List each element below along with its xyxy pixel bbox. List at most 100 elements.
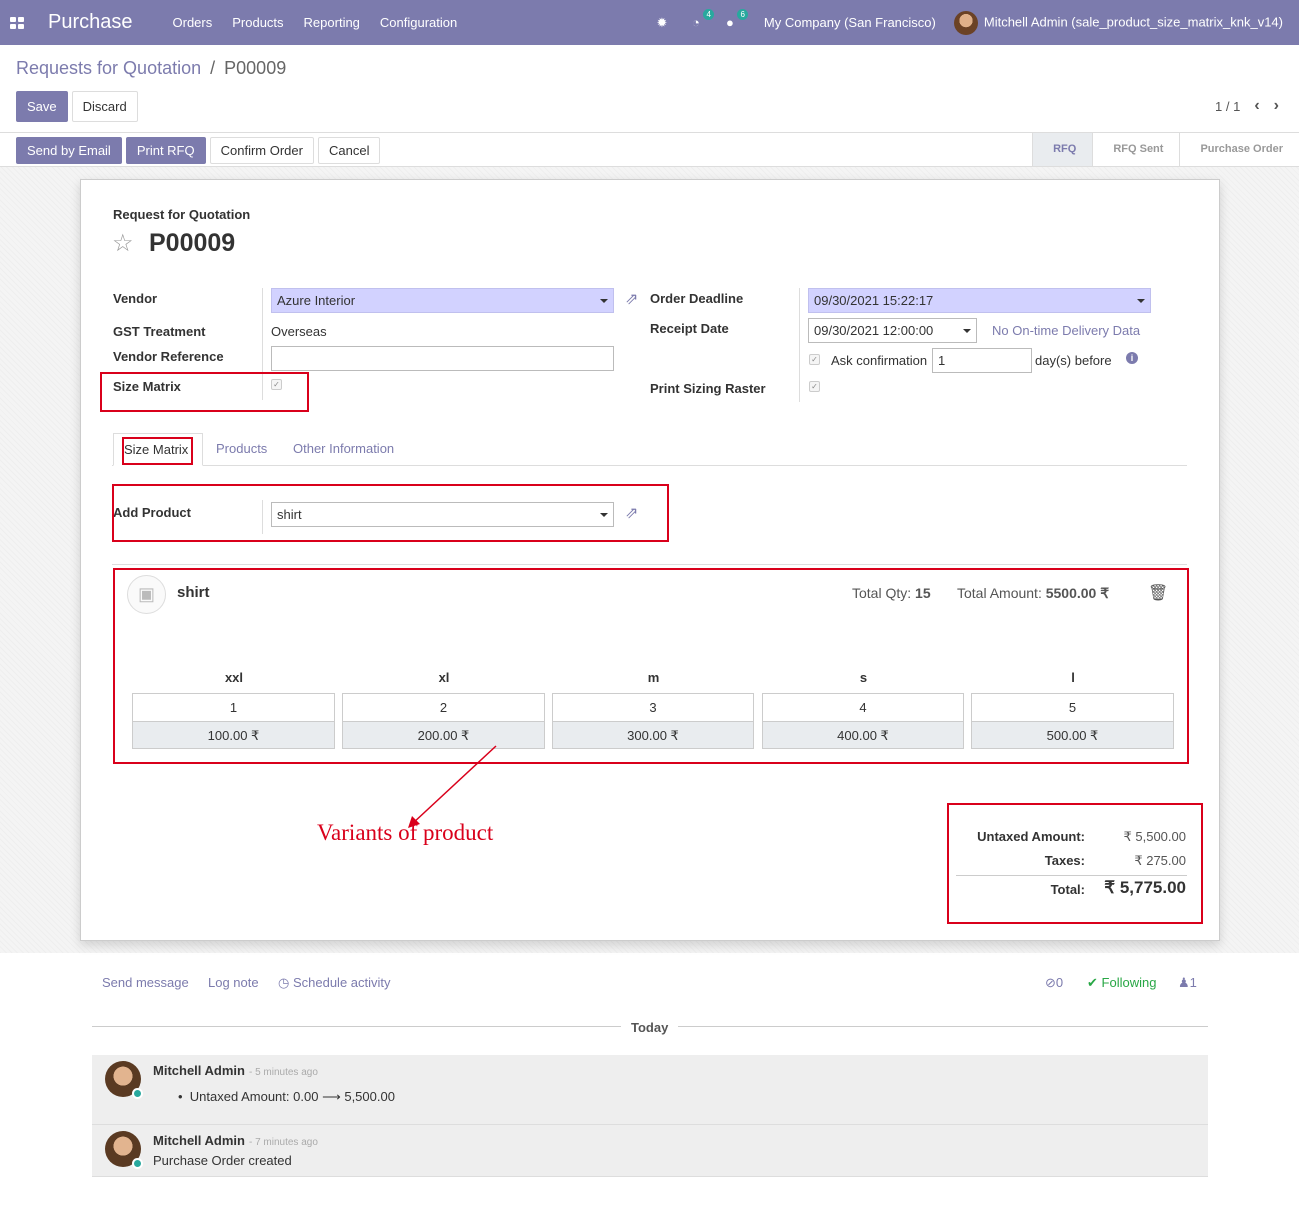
- menu-configuration[interactable]: Configuration: [380, 15, 457, 30]
- highlight-box: [113, 568, 1189, 764]
- external-link-icon[interactable]: ⇗: [625, 291, 645, 309]
- save-button[interactable]: Save: [16, 91, 68, 122]
- user-name: Mitchell Admin (sale_product_size_matrix…: [983, 13, 1283, 29]
- activity-badge: 4: [703, 8, 714, 20]
- doc-name: P00009: [149, 229, 236, 257]
- log-note-button[interactable]: Log note: [208, 975, 259, 990]
- no-ontime-link[interactable]: No On-time Delivery Data: [992, 323, 1140, 338]
- pager-value[interactable]: 1 / 1: [1215, 99, 1240, 114]
- pager-prev-icon[interactable]: ‹: [1254, 97, 1259, 115]
- print-rfq-button[interactable]: Print RFQ: [125, 137, 206, 164]
- highlight-box: [122, 437, 193, 465]
- highlight-box: [112, 484, 669, 542]
- print-raster-checkbox[interactable]: ✓: [809, 381, 820, 392]
- status-step-purchase-order[interactable]: Purchase Order: [1179, 133, 1299, 166]
- tracking-new: 5,500.00: [344, 1089, 395, 1104]
- discard-button[interactable]: Discard: [71, 91, 138, 122]
- status-bar: Send by Email Print RFQ Confirm Order Ca…: [0, 132, 1299, 167]
- send-message-button[interactable]: Send message: [102, 975, 189, 990]
- gst-value: Overseas: [271, 324, 327, 339]
- receipt-label: Receipt Date: [650, 321, 729, 336]
- pager: 1 / 1 ‹ ›: [1215, 97, 1279, 115]
- gst-label: GST Treatment: [113, 324, 206, 339]
- tab-products[interactable]: Products: [206, 433, 277, 466]
- receipt-date-select[interactable]: 09/30/2021 12:00:00: [808, 318, 977, 343]
- chevron-down-icon: [1137, 299, 1145, 303]
- message-time: - 5 minutes ago: [248, 1067, 318, 1078]
- message-body: Purchase Order created: [153, 1153, 292, 1168]
- activity-clock-icon[interactable]: ◔ 4: [688, 8, 714, 31]
- message-time: - 7 minutes ago: [248, 1137, 318, 1148]
- breadcrumb-separator: /: [210, 58, 216, 78]
- days-before-label: day(s) before: [1035, 353, 1112, 368]
- followers-button[interactable]: ♟1: [1178, 975, 1197, 991]
- tab-other-information[interactable]: Other Information: [283, 433, 404, 466]
- ask-confirmation-label: Ask confirmation: [831, 353, 928, 368]
- receipt-value: 09/30/2021 12:00:00: [814, 323, 934, 338]
- author-name[interactable]: Mitchell Admin: [153, 1063, 245, 1078]
- bug-icon[interactable]: ✹: [654, 15, 670, 31]
- schedule-activity-button[interactable]: ◷ Schedule activity: [278, 975, 391, 991]
- following-label: Following: [1101, 975, 1157, 990]
- company-switcher[interactable]: My Company (San Francisco): [764, 15, 936, 30]
- online-status-icon: [132, 1088, 143, 1099]
- print-raster-label: Print Sizing Raster: [650, 381, 766, 396]
- today-divider: [678, 1026, 1208, 1027]
- tracking-old: 0.00: [293, 1089, 319, 1104]
- vendor-select[interactable]: Azure Interior: [271, 288, 614, 313]
- status-step-rfq[interactable]: RFQ: [1032, 133, 1093, 166]
- today-label: Today: [631, 1020, 669, 1035]
- author-name[interactable]: Mitchell Admin: [153, 1133, 245, 1148]
- vendor-label: Vendor: [113, 291, 158, 306]
- field-divider: [799, 288, 800, 402]
- breadcrumb-current: P00009: [224, 58, 287, 78]
- top-navbar: Purchase Orders Products Reporting Confi…: [0, 0, 1299, 45]
- vendor-ref-input[interactable]: [271, 346, 614, 371]
- avatar[interactable]: [105, 1131, 143, 1169]
- today-divider: [92, 1026, 621, 1027]
- clock-icon: ◷: [278, 975, 290, 990]
- paperclip-icon: ⊘: [1045, 975, 1056, 990]
- star-icon[interactable]: ☆: [112, 229, 134, 258]
- breadcrumb: Requests for Quotation / P00009: [16, 58, 286, 79]
- menu-reporting[interactable]: Reporting: [304, 15, 360, 30]
- chevron-down-icon: [963, 329, 971, 333]
- annotation-text: Variants of product: [317, 820, 494, 845]
- attachments-button[interactable]: ⊘0: [1045, 975, 1063, 991]
- message-author: Mitchell Admin - 7 minutes ago: [153, 1133, 318, 1148]
- status-step-rfq-sent[interactable]: RFQ Sent: [1092, 133, 1179, 166]
- chatter-message: Mitchell Admin - 5 minutes ago • Untaxed …: [92, 1055, 1208, 1125]
- deadline-select[interactable]: 09/30/2021 15:22:17: [808, 288, 1151, 313]
- app-brand[interactable]: Purchase: [48, 11, 133, 34]
- apps-menu-icon[interactable]: [10, 16, 24, 29]
- ask-confirmation-days-input[interactable]: 1: [932, 348, 1032, 373]
- chevron-down-icon: [600, 299, 608, 303]
- tracking-value: • Untaxed Amount: 0.00 ⟶ 5,500.00: [178, 1089, 395, 1104]
- ask-confirmation-checkbox[interactable]: ✓: [809, 354, 820, 365]
- pager-next-icon[interactable]: ›: [1274, 97, 1279, 115]
- highlight-box: [100, 372, 309, 412]
- avatar[interactable]: [105, 1061, 143, 1099]
- vendor-value: Azure Interior: [277, 293, 356, 308]
- tracking-field: Untaxed Amount:: [189, 1089, 290, 1104]
- messaging-icon[interactable]: ● 6: [722, 8, 748, 31]
- info-icon[interactable]: i: [1126, 352, 1138, 364]
- user-menu[interactable]: Mitchell Admin (sale_product_size_matrix…: [953, 10, 1283, 35]
- send-by-email-button[interactable]: Send by Email: [16, 137, 122, 164]
- schedule-activity-label: Schedule activity: [292, 975, 391, 990]
- menu-products[interactable]: Products: [232, 15, 283, 30]
- vendor-ref-label: Vendor Reference: [113, 349, 224, 364]
- online-status-icon: [132, 1158, 143, 1169]
- breadcrumb-parent[interactable]: Requests for Quotation: [16, 58, 201, 78]
- chatter-message: Mitchell Admin - 7 minutes ago Purchase O…: [92, 1125, 1208, 1177]
- matrix-divider: [112, 564, 1187, 565]
- followers-count: 1: [1189, 975, 1197, 990]
- menu-orders[interactable]: Orders: [173, 15, 213, 30]
- cancel-button[interactable]: Cancel: [317, 137, 381, 164]
- confirm-order-button[interactable]: Confirm Order: [209, 137, 314, 164]
- attachments-count: 0: [1055, 975, 1064, 990]
- following-button[interactable]: ✔ Following: [1087, 975, 1156, 991]
- user-icon: ♟: [1178, 975, 1190, 990]
- deadline-value: 09/30/2021 15:22:17: [814, 293, 934, 308]
- highlight-box: [947, 803, 1203, 924]
